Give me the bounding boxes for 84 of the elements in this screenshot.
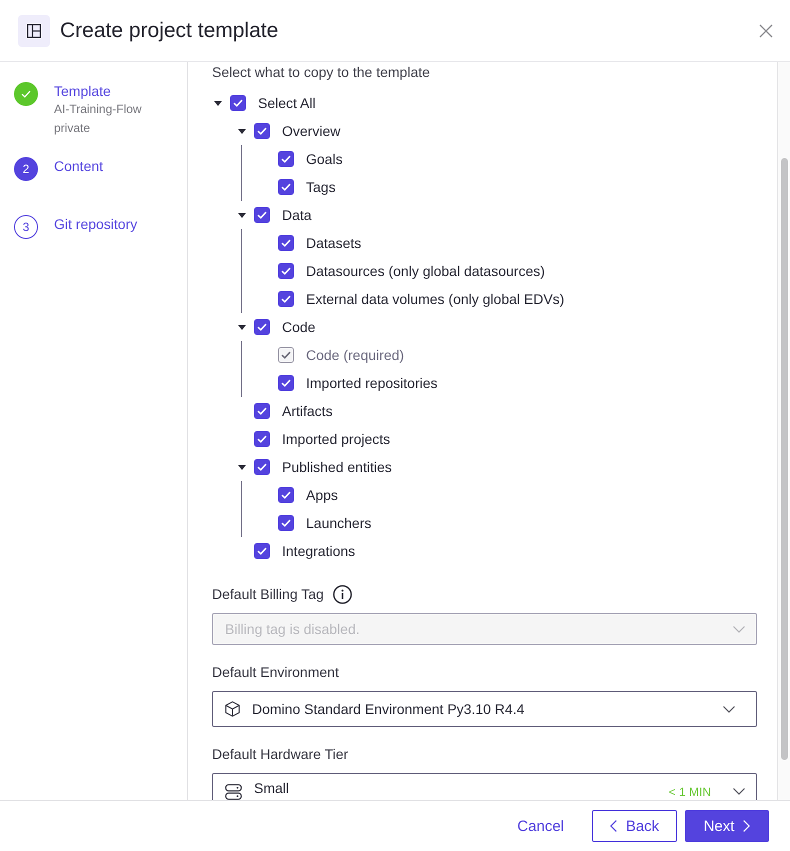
step-detail: AI-Training-Flow	[54, 101, 142, 118]
check-icon	[257, 323, 267, 331]
field-label: Default Hardware Tier	[212, 745, 348, 764]
caret-icon[interactable]	[238, 128, 246, 134]
chevron-right-icon	[743, 820, 750, 832]
checkbox[interactable]	[254, 207, 270, 223]
step-number: 3	[14, 215, 38, 239]
section-heading: Select what to copy to the template	[212, 63, 431, 82]
item-label: Artifacts	[282, 402, 333, 420]
check-icon	[281, 239, 291, 247]
check-icon	[281, 491, 291, 499]
step-label[interactable]: Git repository	[54, 215, 138, 233]
caret-icon[interactable]	[238, 324, 246, 330]
field-label: Default Billing Tag	[212, 585, 324, 604]
select-field[interactable]: Small < 1 MIN	[212, 773, 757, 800]
caret-icon[interactable]	[214, 100, 222, 106]
secondary-button[interactable]: Back	[592, 810, 677, 842]
caret-icon[interactable]	[238, 212, 246, 218]
close-icon	[759, 24, 773, 38]
check-icon	[257, 211, 267, 219]
close-button[interactable]	[759, 24, 773, 38]
check-icon	[281, 295, 291, 303]
step-number: 2	[14, 157, 38, 181]
item-label: Integrations	[282, 542, 356, 560]
item-label: Apps	[306, 486, 338, 504]
dialog-title: Create project template	[60, 18, 278, 44]
check-icon	[233, 99, 243, 107]
check-icon	[257, 547, 267, 555]
item-label: External data volumes (only global EDVs)	[306, 290, 564, 308]
check-icon	[281, 155, 291, 163]
step-detail: private	[54, 120, 92, 137]
chevron-down-icon	[723, 706, 735, 712]
checkbox[interactable]	[278, 487, 294, 503]
item-label: Select All	[258, 94, 316, 112]
primary-button[interactable]: Next	[685, 810, 769, 842]
layout-icon	[18, 14, 50, 46]
chevron-down-icon	[733, 626, 745, 632]
item-label: Code (required)	[306, 346, 404, 364]
checkbox[interactable]	[278, 291, 294, 307]
checkbox[interactable]	[254, 431, 270, 447]
check-icon	[257, 463, 267, 471]
checkbox[interactable]	[254, 319, 270, 335]
checkbox[interactable]	[278, 235, 294, 251]
checkbox[interactable]	[230, 95, 246, 111]
item-label: Imported projects	[282, 430, 390, 448]
check-icon	[281, 519, 291, 527]
checkbox[interactable]	[254, 543, 270, 559]
step-label[interactable]: Template	[54, 82, 142, 100]
field-label: Default Environment	[212, 663, 339, 682]
step-label[interactable]: Content	[54, 157, 104, 175]
cube-icon	[225, 701, 240, 717]
server-icon	[225, 784, 242, 800]
checkbox[interactable]	[278, 375, 294, 391]
checkbox[interactable]	[278, 151, 294, 167]
check-icon	[281, 351, 291, 359]
checkbox[interactable]	[278, 263, 294, 279]
check-icon	[281, 379, 291, 387]
item-label: Code	[282, 318, 316, 336]
item-label: Goals	[306, 150, 343, 168]
item-label: Datasets	[306, 234, 362, 252]
checkbox[interactable]	[254, 403, 270, 419]
link-button[interactable]: Cancel	[504, 810, 577, 842]
item-label: Imported repositories	[306, 374, 438, 392]
chevron-down-icon	[733, 788, 745, 795]
check-icon	[281, 267, 291, 275]
scrollbar-thumb[interactable]	[781, 158, 788, 760]
item-label: Data	[282, 206, 312, 224]
checkbox[interactable]	[254, 123, 270, 139]
caret-icon[interactable]	[238, 464, 246, 470]
item-label: Overview	[282, 122, 340, 140]
check-icon	[257, 127, 267, 135]
checkbox[interactable]	[254, 459, 270, 475]
checkbox[interactable]	[278, 179, 294, 195]
item-label: Published entities	[282, 458, 392, 476]
checkbox[interactable]	[278, 515, 294, 531]
chevron-left-icon	[610, 820, 617, 832]
time-estimate: < 1 MIN	[668, 785, 711, 799]
select-field[interactable]: Domino Standard Environment Py3.10 R4.4	[212, 691, 757, 727]
item-label: Launchers	[306, 514, 372, 532]
item-label: Datasources (only global datasources)	[306, 262, 545, 280]
check-icon	[257, 407, 267, 415]
check-icon	[281, 183, 291, 191]
check-icon	[257, 435, 267, 443]
item-label: Tags	[306, 178, 336, 196]
